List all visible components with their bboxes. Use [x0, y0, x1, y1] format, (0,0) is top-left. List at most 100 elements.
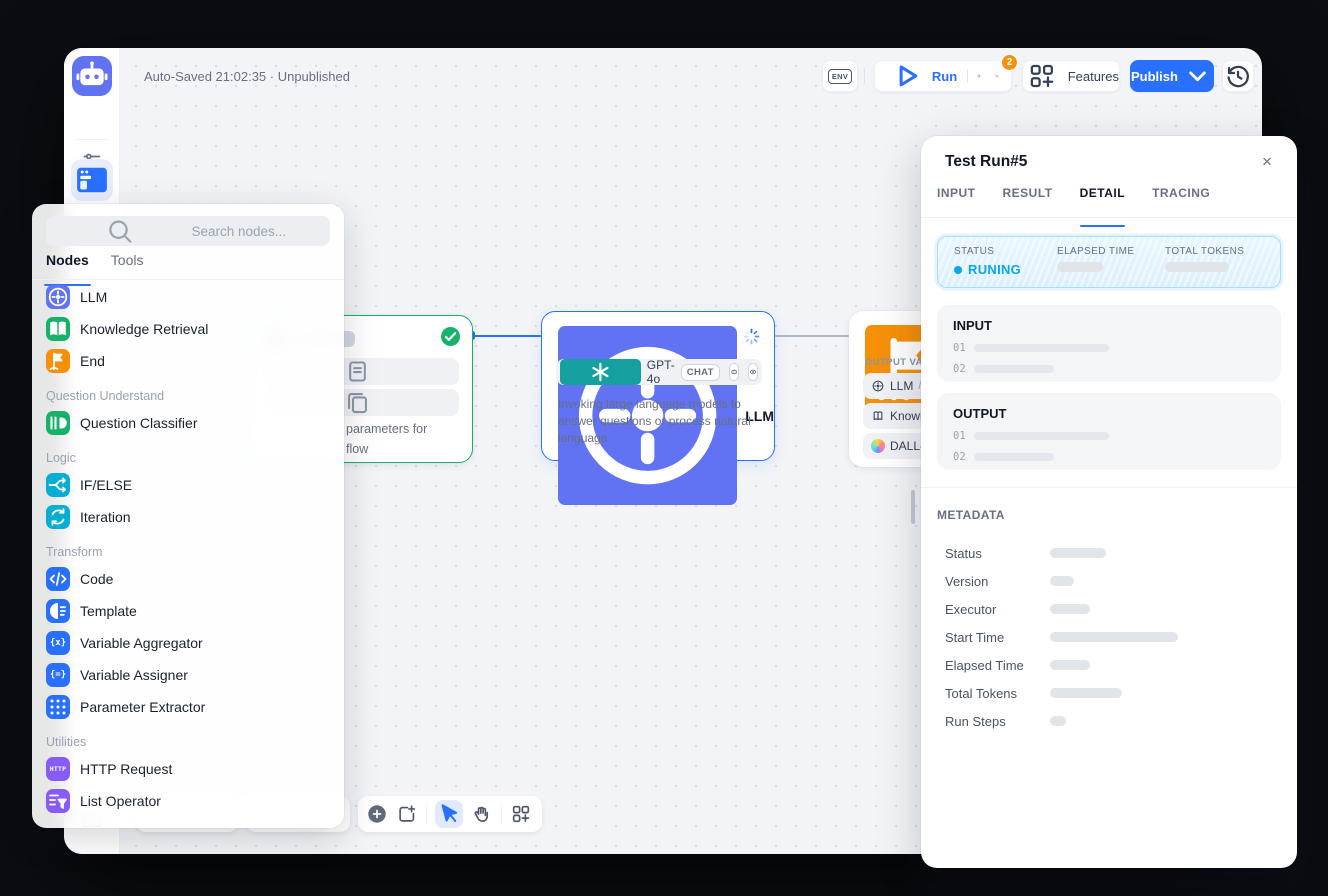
io-row: 01 [953, 430, 1265, 442]
history-icon [1223, 61, 1253, 91]
node-list-item-list-operator[interactable]: List Operator [32, 785, 344, 817]
publish-button[interactable]: Publish [1130, 60, 1214, 92]
env-icon: ENV [828, 69, 852, 84]
node-list-item-label: Template [80, 603, 137, 619]
node-list-item-template[interactable]: Template [32, 595, 344, 627]
extractor-icon [46, 695, 70, 719]
tab-tracing[interactable]: TRACING [1152, 186, 1210, 217]
tab-input[interactable]: INPUT [937, 186, 976, 217]
organize-nodes-button[interactable] [510, 803, 532, 825]
metadata-row-label: Elapsed Time [945, 658, 1050, 673]
chat-mode-badge: CHAT [681, 364, 720, 381]
node-group-header: Logic [32, 439, 344, 469]
tab-detail[interactable]: DETAIL [1080, 186, 1125, 217]
features-button[interactable]: Features [1022, 60, 1120, 92]
node-group-header: Question Understand [32, 377, 344, 407]
running-status-dot [954, 266, 962, 274]
metadata-row: Run Steps [945, 707, 1273, 735]
output-variable-label: LLM [890, 379, 913, 393]
template-icon [46, 599, 70, 623]
metadata-row: Executor [945, 595, 1273, 623]
autosave-status: Auto-Saved 21:02:35 · Unpublished [144, 69, 350, 84]
success-check-icon [441, 327, 460, 346]
ifelse-icon [46, 473, 70, 497]
metadata-label: METADATA [937, 508, 1005, 522]
search-icon [55, 216, 185, 246]
tab-nodes[interactable]: Nodes [46, 252, 89, 279]
edge-start-to-llm[interactable] [473, 335, 541, 337]
node-list-item-question-classifier[interactable]: Question Classifier [32, 407, 344, 439]
llm-node[interactable]: LLM GPT-4o CHAT Invoking large language … [541, 311, 775, 461]
dalle-icon [871, 439, 885, 453]
node-list-item-label: IF/ELSE [80, 477, 132, 493]
canvas-vertical-scrollbar[interactable] [911, 490, 915, 524]
list-icon [46, 789, 70, 813]
node-list-item-llm[interactable]: LLM [32, 281, 344, 313]
metadata-row: Elapsed Time [945, 651, 1273, 679]
total-tokens-placeholder [1165, 262, 1229, 272]
start-node-description-line: parameters for [346, 422, 427, 436]
pointer-mode-button[interactable] [435, 800, 463, 828]
panel-divider [921, 487, 1297, 488]
tab-tools[interactable]: Tools [111, 252, 144, 279]
node-list-item-label: Variable Aggregator [80, 635, 203, 651]
output-card: OUTPUT 0102 [937, 393, 1281, 470]
robot-icon [72, 56, 112, 96]
run-button-group: Run [874, 60, 1012, 92]
metadata-value-placeholder [1050, 716, 1066, 726]
end-icon [46, 349, 70, 373]
checklist-button[interactable] [995, 67, 999, 85]
hand-mode-button[interactable] [471, 803, 493, 825]
run-button[interactable]: Run [887, 56, 957, 96]
node-list-item-end[interactable]: End [32, 345, 344, 377]
vision-feature-badge [748, 363, 758, 381]
tab-result[interactable]: RESULT [1003, 186, 1053, 217]
aggregator-icon: {x} [46, 631, 70, 655]
input-card-title: INPUT [953, 318, 1265, 333]
node-list-item-label: Code [80, 571, 113, 587]
metadata-value-placeholder [1050, 576, 1074, 586]
status-card: STATUS RUNING ELAPSED TIME TOTAL TOKENS [937, 236, 1281, 288]
search-input[interactable] [192, 224, 322, 239]
llm-icon [46, 285, 70, 309]
metadata-value-placeholder [1050, 604, 1090, 614]
node-picker-panel: NodesTools LLMKnowledge RetrievalEndQues… [32, 204, 344, 828]
add-node-button[interactable] [366, 803, 388, 825]
checklist-count-badge: 2 [1001, 54, 1018, 71]
node-list-item-if-else[interactable]: IF/ELSE [32, 469, 344, 501]
app-logo[interactable] [72, 56, 112, 96]
node-list-item-http-request[interactable]: HTTPHTTP Request [32, 753, 344, 785]
node-list-item-variable-assigner[interactable]: {=}Variable Assigner [32, 659, 344, 691]
model-selector[interactable]: GPT-4o CHAT [556, 359, 762, 385]
node-list-item-parameter-extractor[interactable]: Parameter Extractor [32, 691, 344, 723]
metadata-row-label: Executor [945, 602, 1050, 617]
note-plus-icon [396, 803, 418, 825]
organize-grid-icon [510, 803, 532, 825]
sidebar-item-workflow[interactable] [71, 159, 113, 201]
node-list-item-variable-aggregator[interactable]: {x} Variable Aggregator [32, 627, 344, 659]
value-placeholder [974, 453, 1054, 461]
node-search-box[interactable] [46, 216, 330, 246]
node-list-item-iteration[interactable]: Iteration [32, 501, 344, 533]
status-label: STATUS [954, 246, 1021, 257]
features-grid-icon [1023, 61, 1061, 91]
version-history-button[interactable] [1222, 60, 1254, 92]
node-list-item-code[interactable]: Code [32, 563, 344, 595]
close-icon[interactable]: × [1255, 150, 1279, 174]
hand-icon [471, 803, 493, 825]
topbar-divider [864, 68, 865, 84]
env-button[interactable]: ENV [822, 60, 858, 92]
run-schedule-button[interactable] [977, 67, 981, 85]
node-list-item-label: HTTP Request [80, 761, 172, 777]
toolbar-divider [426, 805, 427, 823]
clock-arrow-icon [977, 67, 981, 85]
node-group-header: Transform [32, 533, 344, 563]
add-note-button[interactable] [396, 803, 418, 825]
io-row: 02 [953, 363, 1265, 375]
code-icon [46, 567, 70, 591]
chevron-down-icon [1182, 61, 1213, 91]
row-index: 01 [953, 430, 966, 442]
edge-llm-to-end[interactable] [775, 335, 849, 337]
llmdark-icon [871, 379, 885, 393]
node-list-item-knowledge-retrieval[interactable]: Knowledge Retrieval [32, 313, 344, 345]
